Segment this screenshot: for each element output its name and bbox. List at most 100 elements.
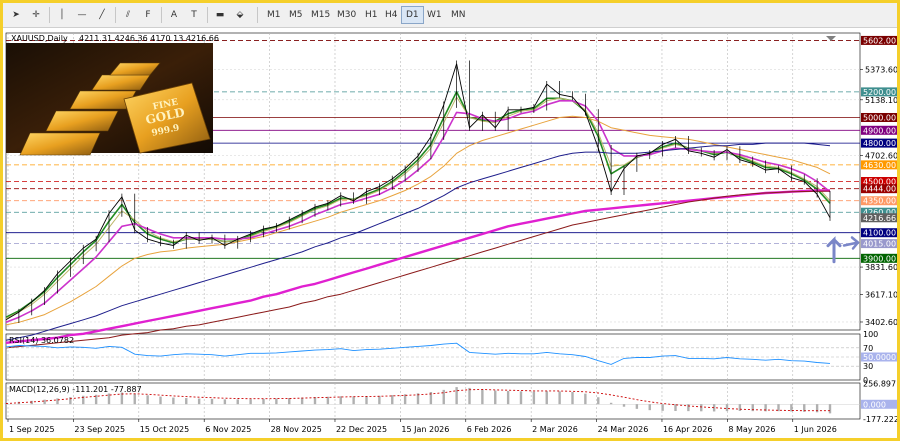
shapes-icon[interactable]: ⬙ — [231, 6, 249, 24]
macd-histogram-bar — [197, 398, 201, 405]
macd-histogram-bar — [56, 398, 59, 405]
toolbar-separator — [115, 7, 116, 23]
x-tick-label: 15 Oct 2025 — [140, 425, 189, 434]
macd-tick-label: 0.000 — [863, 400, 886, 409]
macd-histogram-bar — [185, 398, 188, 405]
x-tick-label: 22 Dec 2025 — [336, 425, 387, 434]
price-level-label: 4350.00 — [863, 197, 896, 206]
timeframe-m1[interactable]: M1 — [263, 6, 285, 24]
macd-histogram-bar — [146, 395, 149, 405]
timeframe-m5[interactable]: M5 — [285, 6, 307, 24]
macd-histogram-bar — [725, 404, 729, 412]
x-tick-label: 23 Sep 2025 — [74, 425, 125, 434]
macd-histogram-bar — [30, 400, 33, 405]
macd-histogram-bar — [558, 391, 561, 405]
fibonacci-icon[interactable]: F — [139, 6, 157, 24]
x-tick-label: 6 Nov 2025 — [205, 425, 251, 434]
y-tick-label: 3831.60 — [865, 263, 897, 272]
macd-histogram-bar — [300, 397, 304, 405]
price-level-label: 3900.00 — [863, 254, 896, 263]
macd-histogram-bar — [700, 404, 703, 412]
macd-histogram-bar — [391, 395, 394, 405]
x-tick-label: 6 Feb 2026 — [467, 425, 512, 434]
macd-tick-label: 256.897 — [863, 379, 896, 388]
y-tick-label: 3402.60 — [865, 318, 897, 327]
macd-histogram-bar — [326, 396, 330, 405]
timeframe-m15[interactable]: M15 — [307, 6, 334, 24]
text-icon[interactable]: A — [165, 6, 183, 24]
chart-canvas[interactable]: 5602.005200.005000.004900.004800.004630.… — [3, 28, 897, 438]
price-level-label: 4216.66 — [863, 214, 896, 223]
gold-bar-shape — [91, 74, 151, 91]
price-level-label: 4630.00 — [863, 161, 896, 170]
gold-bar-shape — [19, 132, 101, 156]
rsi-level-label: 100 — [863, 330, 878, 339]
timeframe-h4[interactable]: H4 — [381, 6, 402, 24]
x-tick-label: 24 Mar 2026 — [598, 425, 649, 434]
cursor-icon[interactable]: ➤ — [7, 6, 25, 24]
rsi-label: RSI(14) 36.0782 — [9, 336, 74, 345]
macd-tick-label: -177.222 — [863, 415, 897, 424]
crosshair-icon[interactable]: ✛ — [27, 6, 45, 24]
macd-histogram-bar — [69, 397, 72, 405]
macd-histogram-bar — [288, 398, 291, 405]
x-tick-label: 1 Sep 2025 — [9, 425, 55, 434]
y-tick-label: 5373.60 — [865, 66, 897, 75]
macd-histogram-bar — [236, 399, 239, 405]
ohlc-readout: 4211.31 4246.36 4170.13 4216.66 — [79, 34, 219, 43]
price-level-label: 4444.00 — [863, 185, 896, 194]
price-level-label: 4800.00 — [863, 139, 896, 148]
macd-histogram-bar — [249, 399, 252, 405]
x-tick-label: 2 Mar 2026 — [532, 425, 578, 434]
macd-histogram-bar — [597, 397, 600, 405]
timeframe-h1[interactable]: H1 — [361, 6, 382, 24]
timeframe-mn[interactable]: MN — [447, 6, 470, 24]
macd-histogram-bar — [43, 399, 46, 405]
macd-histogram-bar — [352, 396, 355, 405]
macd-histogram-bar — [481, 389, 484, 405]
macd-histogram-bar — [571, 392, 574, 405]
toolbar-separator — [49, 7, 50, 23]
chart-title: XAUUSD,Daily — [11, 34, 68, 43]
macd-histogram-bar — [339, 396, 342, 405]
x-tick-label: 15 Jan 2026 — [401, 425, 449, 434]
timeframe-w1[interactable]: W1 — [423, 6, 446, 24]
macd-histogram-bar — [455, 387, 458, 405]
rectangle-label-icon[interactable]: ▬ — [211, 6, 229, 24]
macd-histogram-bar — [506, 391, 510, 405]
x-tick-label: 28 Nov 2025 — [271, 425, 322, 434]
equidistant-channel-icon[interactable]: ⫽ — [119, 6, 137, 24]
macd-histogram-bar — [687, 404, 690, 412]
macd-histogram-bar — [494, 390, 497, 405]
text-label-icon[interactable]: T — [185, 6, 203, 24]
macd-histogram-bar — [133, 393, 136, 405]
y-tick-label: 4702.60 — [865, 152, 897, 161]
trendline-icon[interactable]: ╱ — [93, 6, 111, 24]
vertical-line-icon[interactable]: │ — [53, 6, 71, 24]
macd-histogram-bar — [635, 404, 639, 409]
timeframe-m30[interactable]: M30 — [333, 6, 360, 24]
toolbar: ➤ ✛ │ — ╱ ⫽ F A T ▬ ⬙ M1 M5 M15 M30 H1 H4 D1 W1 MN — [3, 3, 897, 28]
timeframe-d1[interactable]: D1 — [401, 6, 424, 24]
macd-histogram-bar — [622, 404, 626, 407]
x-tick-label: 1 Jun 2026 — [794, 425, 837, 434]
toolbar-separator — [161, 7, 162, 23]
rsi-level-label: 50.0000 — [863, 353, 896, 362]
macd-label: MACD(12,26,9) -111.201 -77.887 — [9, 385, 142, 394]
horizontal-line-icon[interactable]: — — [73, 6, 91, 24]
macd-histogram-bar — [519, 391, 523, 405]
y-tick-label: 5138.10 — [865, 96, 897, 105]
chart-window: ➤ ✛ │ — ╱ ⫽ F A T ▬ ⬙ M1 M5 M15 M30 H1 H4 D1 W1 MN 5602.00 5… — [3, 3, 897, 438]
x-tick-label: 8 May 2026 — [728, 425, 775, 434]
x-tick-label: 16 Apr 2026 — [663, 425, 712, 434]
toolbar-separator — [257, 7, 258, 23]
macd-histogram-bar — [584, 393, 587, 405]
price-level-label: 4015.00 — [863, 240, 896, 249]
rsi-level-label: 70 — [863, 344, 873, 353]
macd-histogram-bar — [545, 391, 548, 405]
macd-histogram-bar — [275, 398, 278, 405]
macd-histogram-bar — [828, 404, 832, 414]
macd-histogram-bar — [738, 404, 742, 411]
macd-histogram-bar — [172, 397, 175, 405]
macd-histogram-bar — [468, 387, 471, 405]
